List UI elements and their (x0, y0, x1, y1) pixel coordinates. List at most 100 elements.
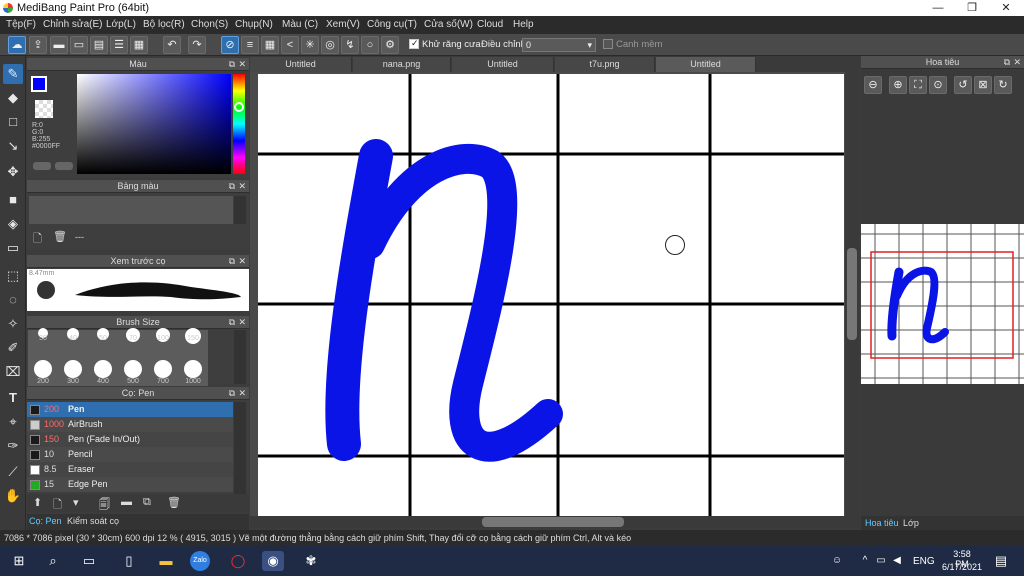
hue-handle[interactable] (234, 102, 244, 112)
menu-file[interactable]: Tệp(F) (6, 19, 36, 30)
undock-icon[interactable]: ⧉ (1004, 56, 1010, 69)
menu-cloud[interactable]: Cloud (477, 19, 503, 30)
tab-brush[interactable]: Cọ: Pen (29, 516, 62, 526)
close-panel-icon[interactable]: ✕ (238, 180, 246, 193)
rotate-reset-icon[interactable]: ⊠ (974, 76, 992, 94)
brush-settings-icon[interactable]: ▾ (73, 496, 79, 509)
color-picker-area[interactable] (77, 74, 231, 174)
new-palette-icon[interactable]: 🗋 (33, 230, 42, 249)
brush-size-cell[interactable]: 30 (28, 328, 58, 359)
copy-brush-icon[interactable]: ⧉ (143, 496, 151, 509)
select-eraser-tool-icon[interactable]: ⌧ (3, 362, 23, 382)
menu-color[interactable]: Màu (C) (282, 19, 318, 30)
select-pen-tool-icon[interactable]: ✐ (3, 338, 23, 358)
undock-icon[interactable]: ⧉ (229, 255, 235, 268)
menu-window[interactable]: Cửa số(W) (424, 19, 473, 30)
delete-brush-icon[interactable]: 🗑 (167, 496, 181, 509)
widget-icon[interactable]: ▯ (118, 551, 140, 571)
brush-list-item[interactable]: 8.5 Eraser (27, 462, 233, 477)
language-indicator[interactable]: ENG (913, 556, 935, 567)
undock-icon[interactable]: ⧉ (229, 58, 235, 71)
snap-grid-icon[interactable]: ▦ (261, 36, 279, 54)
undock-icon[interactable]: ⧉ (229, 387, 235, 400)
tab-brush-control[interactable]: Kiểm soát cọ (67, 516, 119, 526)
brush-size-cell[interactable]: 200 (28, 357, 58, 386)
chat-icon[interactable]: ▭ (70, 36, 88, 54)
palette-scrollbar[interactable] (234, 196, 246, 224)
windows-start-icon[interactable]: ⊞ (8, 551, 30, 571)
brush-size-scrollbar[interactable] (234, 330, 246, 384)
share-icon[interactable]: ⇪ (29, 36, 47, 54)
add-brush-icon[interactable]: ⬆ (33, 496, 42, 509)
lasso-tool-icon[interactable]: ◌ (3, 290, 23, 310)
brush-size-cell[interactable]: 40 (58, 328, 88, 359)
zalo-icon[interactable]: Zalo (190, 551, 210, 571)
menu-view[interactable]: Xem(V) (326, 19, 360, 30)
doc-tab[interactable]: t7u.png (555, 57, 655, 72)
divide-tool-icon[interactable]: ⌖ (3, 412, 23, 432)
volume-icon[interactable]: ◀ (886, 551, 908, 571)
line-tool-icon[interactable]: ↘ (3, 136, 23, 156)
vertical-scroll-thumb[interactable] (847, 248, 857, 340)
menu-tools[interactable]: Công cụ(T) (367, 19, 417, 30)
doc-tab[interactable]: Untitled (250, 57, 352, 72)
tab-navigator[interactable]: Hoa tiêu (865, 518, 899, 528)
snap-ellipse-icon[interactable]: ○ (361, 36, 379, 54)
snap-parallel-icon[interactable]: ≡ (241, 36, 259, 54)
snap-circle-icon[interactable]: ◎ (321, 36, 339, 54)
hand-tool-icon[interactable]: ✋ (3, 486, 23, 506)
maximize-button[interactable]: ❐ (955, 0, 989, 16)
rotate-right-icon[interactable]: ↻ (994, 76, 1012, 94)
rotate-left-icon[interactable]: ↺ (954, 76, 972, 94)
menu-help[interactable]: Help (513, 19, 534, 30)
edge-soft-checkbox[interactable] (603, 39, 613, 49)
snap-radial-icon[interactable]: ✳ (301, 36, 319, 54)
tab-layer[interactable]: Lớp (903, 518, 919, 528)
brush-list-item[interactable]: 15 Edge Pen (27, 477, 233, 492)
brush-size-cell[interactable]: 70 (118, 328, 148, 359)
adjust-select[interactable]: 0 (522, 38, 596, 52)
close-panel-icon[interactable]: ✕ (238, 387, 246, 400)
minimize-button[interactable]: — (921, 0, 955, 16)
canvas-vertical-scrollbar[interactable] (845, 72, 859, 516)
navigator-thumbnail[interactable] (861, 224, 1024, 384)
brush-list-item[interactable]: 1000 AirBrush (27, 417, 233, 432)
comment-icon[interactable]: ▬ (50, 36, 68, 54)
spoiler-tool-icon[interactable]: ⟋ (3, 462, 23, 482)
doc-tab[interactable]: Untitled (452, 57, 554, 72)
background-color-swatch[interactable] (35, 100, 53, 118)
hue-slider[interactable] (233, 74, 245, 174)
new-brush-icon[interactable]: 🗋 (53, 496, 62, 515)
delete-palette-icon[interactable]: 🗑 (53, 230, 67, 243)
close-button[interactable]: ✕ (989, 0, 1023, 16)
chrome-icon[interactable]: ◉ (262, 551, 284, 571)
close-panel-icon[interactable]: ✕ (1013, 56, 1021, 69)
brush-list-item[interactable]: 10 Pencil (27, 447, 233, 462)
brush-size-cell[interactable]: 50 (88, 328, 118, 359)
brush-size-cell[interactable]: 100 (148, 328, 178, 359)
move-tool-icon[interactable]: ✥ (3, 162, 23, 182)
magic-wand-tool-icon[interactable]: ✧ (3, 314, 23, 334)
zoom-actual-icon[interactable]: ⊙ (929, 76, 947, 94)
close-panel-icon[interactable]: ✕ (238, 255, 246, 268)
brush-list-scrollbar[interactable] (234, 402, 246, 494)
undock-icon[interactable]: ⧉ (229, 180, 235, 193)
foreground-color-swatch[interactable] (31, 76, 47, 92)
zoom-out-icon[interactable]: ⊖ (864, 76, 882, 94)
clock-date[interactable]: 6/17/2021 (940, 562, 984, 572)
text-tool-icon[interactable]: T (3, 388, 23, 408)
redo-icon[interactable]: ↷ (188, 36, 206, 54)
file-explorer-icon[interactable]: ▬ (155, 551, 177, 571)
dot-tool-icon[interactable]: □ (3, 112, 23, 132)
menu-snap[interactable]: Chụp(N) (235, 19, 273, 30)
menu-select[interactable]: Chọn(S) (191, 19, 228, 30)
brush-list-item[interactable]: 150 Pen (Fade In/Out) (27, 432, 233, 447)
doc-tab[interactable]: nana.png (353, 57, 451, 72)
fill-tool-icon[interactable]: ◈ (3, 214, 23, 234)
cloud-icon[interactable]: ☁ (8, 36, 26, 54)
opera-icon[interactable]: ◯ (227, 551, 249, 571)
undo-icon[interactable]: ↶ (163, 36, 181, 54)
eraser-tool-icon[interactable]: ◆ (3, 88, 23, 108)
horizontal-scroll-thumb[interactable] (482, 517, 624, 527)
brush-list-item[interactable]: 200Pen✱ (27, 402, 233, 417)
